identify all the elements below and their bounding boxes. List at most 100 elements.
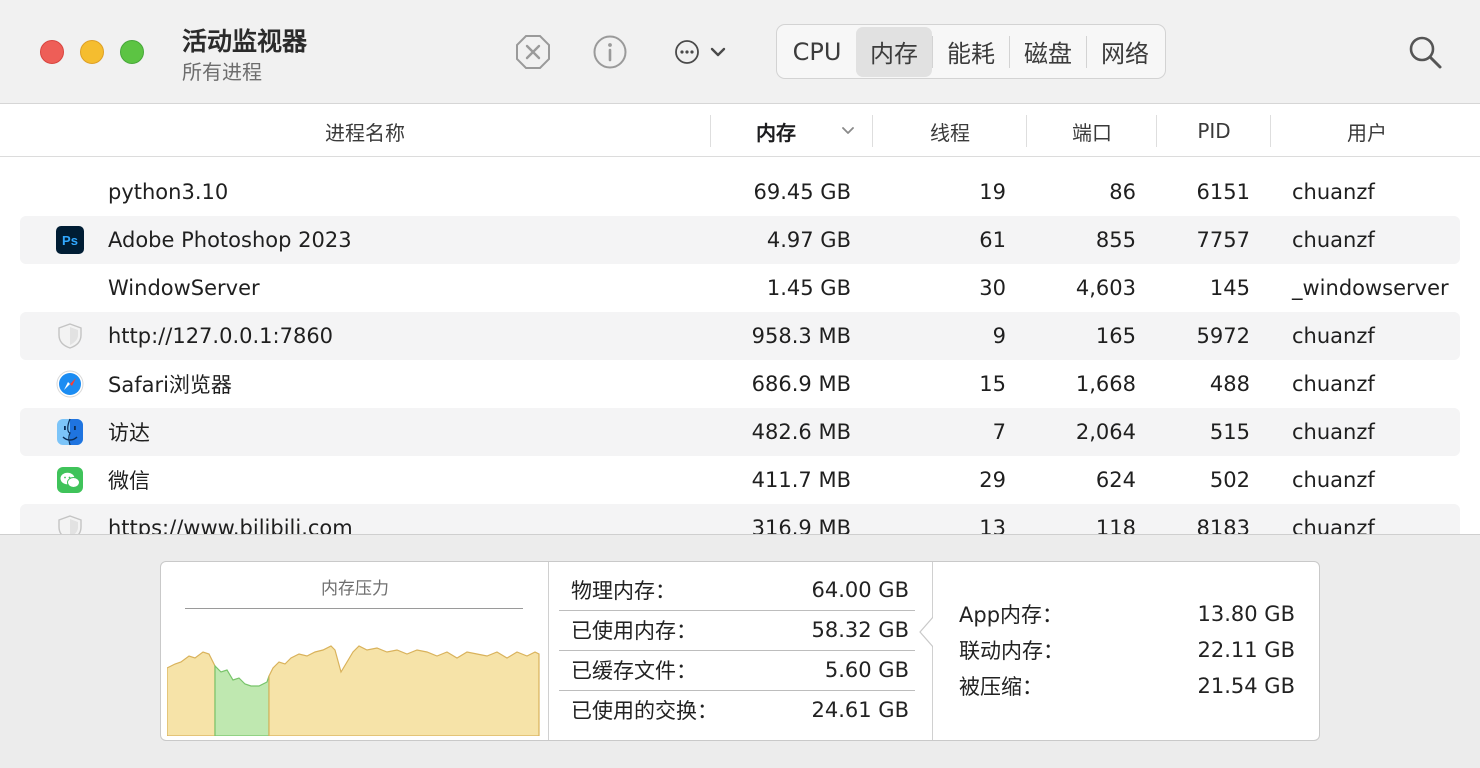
- process-user: _windowserver: [1292, 276, 1449, 300]
- process-ports: 118: [1095, 516, 1136, 534]
- process-pid: 502: [1209, 468, 1250, 492]
- process-pid: 5972: [1196, 324, 1250, 348]
- process-pid: 515: [1209, 420, 1250, 444]
- process-name: python3.10: [108, 180, 229, 204]
- search-button[interactable]: [1406, 34, 1444, 70]
- process-threads: 9: [992, 324, 1006, 348]
- breakdown-wired-memory: 联动内存： 22.11 GB: [959, 632, 1295, 668]
- process-name: Safari浏览器: [108, 373, 232, 397]
- memory-pressure-divider: [185, 608, 523, 609]
- process-memory: 69.45 GB: [753, 180, 851, 204]
- breakdown-compressed: 被压缩： 21.54 GB: [959, 668, 1295, 704]
- process-threads: 7: [992, 420, 1006, 444]
- breakdown-label: 被压缩：: [959, 675, 1043, 699]
- tab-energy[interactable]: 能耗: [933, 27, 1009, 77]
- safari-icon: [56, 370, 84, 398]
- column-header-ports[interactable]: 端口: [1028, 105, 1156, 157]
- process-threads: 29: [979, 468, 1006, 492]
- inspect-process-button[interactable]: [592, 34, 628, 70]
- column-divider: [1026, 115, 1027, 147]
- process-pid: 488: [1209, 372, 1250, 396]
- stat-label: 物理内存：: [571, 579, 676, 603]
- process-memory: 411.7 MB: [751, 468, 851, 492]
- column-header-user[interactable]: 用户: [1272, 105, 1462, 157]
- process-threads: 13: [979, 516, 1006, 534]
- process-name: http://127.0.0.1:7860: [108, 324, 334, 348]
- process-user: chuanzf: [1292, 420, 1375, 444]
- table-row[interactable]: Ps Adobe Photoshop 2023 4.97 GB 61 855 7…: [20, 216, 1460, 264]
- memory-pressure-chart: [167, 645, 540, 736]
- process-memory: 1.45 GB: [766, 276, 851, 300]
- stat-label: 已缓存文件：: [571, 659, 697, 683]
- table-row[interactable]: 微信 411.7 MB 29 624 502 chuanzf: [20, 456, 1460, 504]
- tab-disk[interactable]: 磁盘: [1010, 27, 1086, 77]
- magnifier-icon: [1409, 36, 1442, 69]
- memory-stats: 物理内存： 64.00 GB 已使用内存： 58.32 GB 已缓存文件： 5.…: [549, 562, 933, 740]
- chevron-down-icon: [710, 47, 726, 57]
- table-row[interactable]: Safari浏览器 686.9 MB 15 1,668 488 chuanzf: [20, 360, 1460, 408]
- column-divider: [1156, 115, 1157, 147]
- process-name: WindowServer: [108, 276, 260, 300]
- process-pid: 145: [1209, 276, 1250, 300]
- tab-memory[interactable]: 内存: [856, 26, 932, 77]
- chevron-down-icon: [842, 127, 854, 134]
- stat-value: 64.00 GB: [811, 578, 909, 602]
- toolbar: 活动监视器 所有进程 CPU 内存 能耗 磁盘 网络: [0, 0, 1480, 104]
- table-row[interactable]: 访达 482.6 MB 7 2,064 515 chuanzf: [20, 408, 1460, 456]
- process-pid: 7757: [1196, 228, 1250, 252]
- minimize-window-button[interactable]: [80, 40, 104, 64]
- table-row[interactable]: http://127.0.0.1:7860 958.3 MB 9 165 597…: [20, 312, 1460, 360]
- process-memory: 482.6 MB: [751, 420, 851, 444]
- process-pid: 6151: [1196, 180, 1250, 204]
- column-header-threads[interactable]: 线程: [874, 105, 1026, 157]
- shield-icon: [58, 323, 82, 349]
- process-threads: 30: [979, 276, 1006, 300]
- process-memory: 958.3 MB: [751, 324, 851, 348]
- process-memory: 4.97 GB: [766, 228, 851, 252]
- stat-value: 5.60 GB: [824, 658, 909, 682]
- stat-label: 已使用内存：: [571, 619, 697, 643]
- process-name: https://www.bilibili.com: [108, 516, 353, 534]
- column-header-pid[interactable]: PID: [1158, 105, 1270, 157]
- stat-value: 24.61 GB: [811, 698, 909, 722]
- tab-cpu[interactable]: CPU: [779, 27, 855, 77]
- table-row[interactable]: python3.10 69.45 GB 19 86 6151 chuanzf: [20, 168, 1460, 216]
- process-user: chuanzf: [1292, 228, 1375, 252]
- more-actions-button[interactable]: [672, 34, 730, 70]
- table-row[interactable]: WindowServer 1.45 GB 30 4,603 145 _windo…: [20, 264, 1460, 312]
- column-divider: [710, 115, 711, 147]
- tab-network[interactable]: 网络: [1087, 27, 1163, 77]
- breakdown-label: 联动内存：: [959, 639, 1064, 663]
- svg-text:Ps: Ps: [62, 233, 78, 248]
- process-user: chuanzf: [1292, 372, 1375, 396]
- window-subtitle: 所有进程: [182, 60, 262, 84]
- process-ports: 165: [1095, 324, 1136, 348]
- process-name: Adobe Photoshop 2023: [108, 228, 352, 252]
- pressure-area-normal: [167, 651, 216, 736]
- stat-memory-used: 已使用内存： 58.32 GB: [557, 610, 915, 650]
- stop-process-button[interactable]: [515, 34, 551, 70]
- process-threads: 19: [979, 180, 1006, 204]
- column-header-process-name[interactable]: 进程名称: [20, 105, 710, 157]
- window-title: 活动监视器: [182, 27, 308, 56]
- process-threads: 15: [979, 372, 1006, 396]
- column-divider: [872, 115, 873, 147]
- stat-value: 58.32 GB: [811, 618, 909, 642]
- memory-pressure-label: 内存压力: [321, 579, 389, 599]
- close-window-button[interactable]: [40, 40, 64, 64]
- finder-icon: [57, 418, 83, 446]
- memory-summary-panel: 内存压力 物理内存： 64.00 GB 已使用内存： 58.32 GB 已缓存文…: [160, 561, 1320, 741]
- column-divider: [1270, 115, 1271, 147]
- pressure-area-normal: [268, 645, 540, 736]
- column-header-memory-label: 内存: [756, 120, 796, 145]
- pressure-area-low: [214, 664, 270, 736]
- stat-label: 已使用的交换：: [571, 699, 718, 723]
- table-row[interactable]: https://www.bilibili.com 316.9 MB 13 118…: [20, 504, 1460, 534]
- process-threads: 61: [979, 228, 1006, 252]
- ellipsis-circle-icon: [675, 40, 699, 64]
- column-header-memory[interactable]: 内存: [712, 105, 872, 157]
- photoshop-icon: Ps: [56, 226, 84, 254]
- zoom-window-button[interactable]: [120, 40, 144, 64]
- x-circle-icon: [516, 35, 550, 69]
- memory-pressure-graph: 内存压力: [161, 562, 549, 740]
